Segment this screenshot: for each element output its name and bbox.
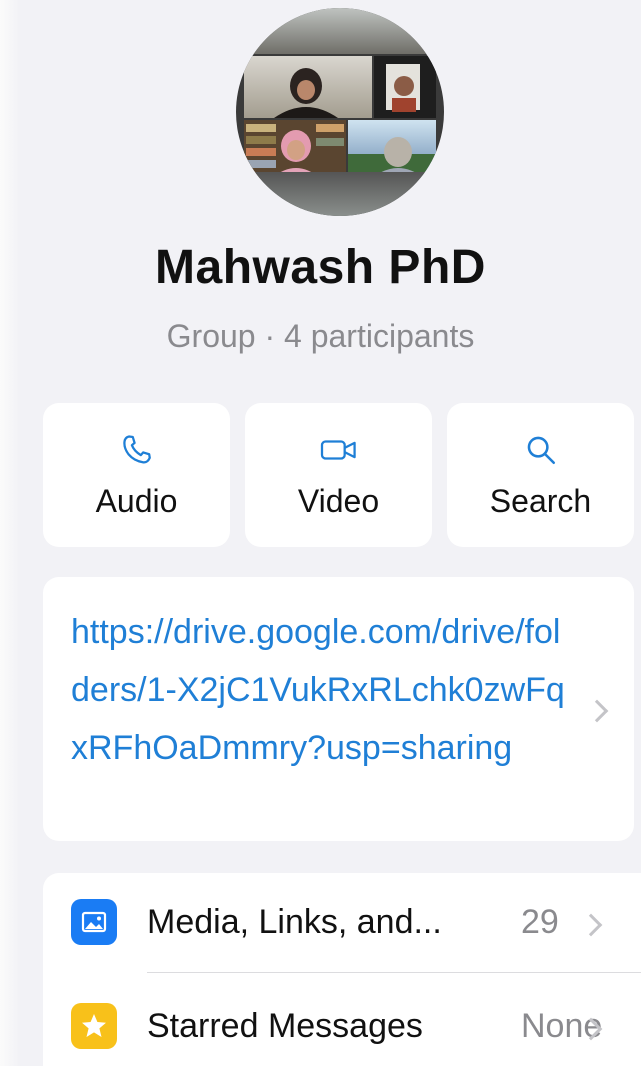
video-tile-participant-4 xyxy=(348,120,436,178)
video-tile-participant-1 xyxy=(244,56,372,118)
video-label: Video xyxy=(297,483,380,519)
group-description-card[interactable]: https://drive.google.com/drive/folders/1… xyxy=(43,577,634,841)
list-item-starred[interactable]: Starred Messages None xyxy=(43,973,641,1066)
group-name: Mahwash PhD xyxy=(155,241,486,294)
chevron-right-icon xyxy=(585,699,609,723)
participant-1-figure xyxy=(274,68,338,118)
description-link[interactable]: https://drive.google.com/drive/folders/1… xyxy=(71,603,571,777)
star-icon xyxy=(71,1003,117,1049)
media-count: 29 xyxy=(521,903,559,941)
video-tile-participant-3 xyxy=(244,120,346,178)
video-call-button[interactable]: Video xyxy=(245,403,432,547)
participant-2-figure xyxy=(386,64,420,112)
group-avatar[interactable] xyxy=(236,8,444,216)
audio-label: Audio xyxy=(95,483,178,519)
phone-icon xyxy=(120,433,154,472)
avatar-blur-top xyxy=(236,8,444,54)
participant-4-figure xyxy=(348,137,436,178)
video-camera-icon xyxy=(319,433,359,472)
search-label: Search xyxy=(489,483,592,519)
video-tile-participant-2 xyxy=(374,56,436,118)
avatar-blur-bottom xyxy=(236,172,444,216)
search-button[interactable]: Search xyxy=(447,403,634,547)
starred-messages-label: Starred Messages xyxy=(147,1007,423,1045)
group-subtitle[interactable]: Group · 4 participants xyxy=(0,318,641,355)
chevron-right-icon xyxy=(579,913,603,937)
left-edge-panel xyxy=(0,0,20,1066)
search-icon xyxy=(524,433,558,472)
settings-list: Media, Links, and... 29 Starred Messages… xyxy=(43,873,641,1066)
list-item-media[interactable]: Media, Links, and... 29 xyxy=(43,873,641,972)
media-links-label: Media, Links, and... xyxy=(147,903,442,941)
photo-icon xyxy=(71,899,117,945)
audio-call-button[interactable]: Audio xyxy=(43,403,230,547)
participant-3-figure xyxy=(244,120,346,178)
